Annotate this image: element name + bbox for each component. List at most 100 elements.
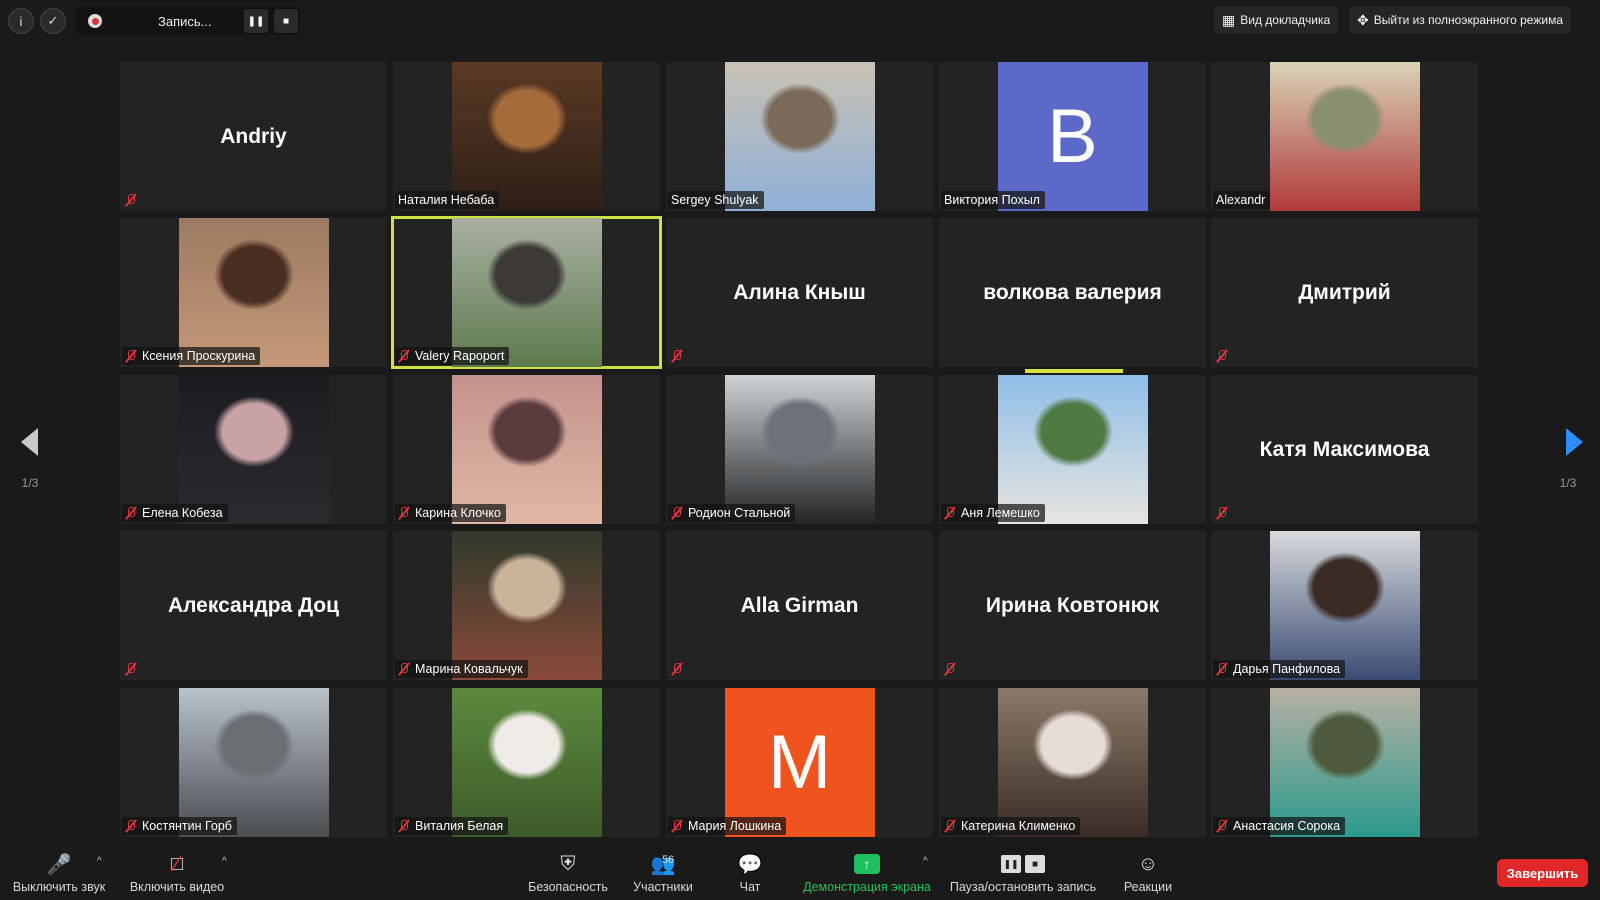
participant-name-label: Анастасия Сорока (1213, 817, 1346, 835)
shield-icon[interactable]: ✓ (40, 8, 66, 34)
previous-page-arrow-icon[interactable] (21, 428, 38, 456)
participant-tile[interactable]: Valery Rapoport (391, 216, 662, 369)
participant-tile[interactable]: B Виктория Похыл (939, 62, 1206, 211)
participant-tile[interactable]: Ирина Ковтонюк (939, 531, 1206, 680)
stop-recording-button[interactable]: ■ (274, 9, 298, 33)
participant-name-label: Sergey Shulyak (668, 191, 764, 209)
participant-tile[interactable]: M Мария Лошкина (666, 688, 933, 837)
participant-name-label: Alexandr (1213, 191, 1271, 209)
top-bar: i ✓ Запись... ❚❚ ■ ▦ Вид докладчика ✥ Вы… (0, 0, 1600, 42)
muted-mic-icon (125, 193, 137, 207)
end-meeting-button[interactable]: Завершить (1497, 859, 1588, 887)
participant-tile[interactable]: Катя Максимова (1211, 375, 1478, 524)
participant-name: Виктория Похыл (944, 193, 1040, 207)
participant-tile[interactable]: Родион Стальной (666, 375, 933, 524)
participant-name: Родион Стальной (688, 506, 791, 520)
participant-avatar: B (997, 62, 1148, 211)
participant-tile[interactable]: Александра Доц (120, 531, 387, 680)
participant-tile[interactable]: Дарья Панфилова (1211, 531, 1478, 680)
shield-icon: ⛨ (560, 852, 576, 875)
participants-icon: 👥 56 (650, 853, 676, 876)
participant-tile[interactable]: Alla Girman (666, 531, 933, 680)
participant-name-label: Елена Кобеза (122, 504, 228, 522)
speaker-view-label: Вид докладчика (1240, 13, 1331, 27)
muted-mic-icon (398, 506, 410, 520)
muted-mic-icon (398, 349, 410, 363)
participant-name-label (668, 660, 693, 678)
participant-name: Карина Клочко (415, 506, 501, 520)
active-speaker-indicator (1025, 369, 1123, 373)
start-video-button[interactable]: □ ∕ Включить видео (126, 850, 228, 894)
share-screen-label: Демонстрация экрана (803, 880, 931, 894)
participant-tile[interactable]: Alexandr (1211, 62, 1478, 211)
participant-tile[interactable]: Карина Клочко (393, 375, 660, 524)
page-indicator-left: 1/3 (21, 476, 39, 490)
participant-display-name: волкова валерия (983, 280, 1162, 304)
participant-avatar: M (724, 688, 875, 837)
participant-display-name: Alla Girman (740, 593, 859, 617)
speaker-view-button[interactable]: ▦ Вид докладчика (1214, 6, 1339, 34)
audio-options-chevron-icon[interactable]: ^ (97, 856, 102, 867)
muted-mic-icon (944, 819, 956, 833)
recording-indicator: Запись... ❚❚ ■ (76, 7, 300, 35)
muted-mic-icon (671, 662, 683, 676)
participant-tile[interactable]: Наталия Небаба (393, 62, 660, 211)
mute-button[interactable]: 🎤 Выключить звук (10, 850, 108, 895)
muted-mic-icon (398, 662, 410, 676)
participant-tile[interactable]: Костянтин Горб (120, 688, 387, 837)
participant-tile[interactable]: Виталия Белая (393, 688, 660, 837)
participant-name: Анастасия Сорока (1233, 819, 1341, 833)
record-dot-icon (88, 14, 102, 28)
info-icon[interactable]: i (8, 8, 34, 34)
participant-tile[interactable]: волкова валерия (939, 218, 1206, 367)
participant-tile[interactable]: Andriy (120, 62, 387, 211)
participant-tile[interactable]: Дмитрий (1211, 218, 1478, 367)
reactions-button[interactable]: ☺ Реакции (1122, 850, 1174, 895)
participant-name-label: Мария Лошкина (668, 817, 787, 835)
participant-tile[interactable]: Елена Кобеза (120, 375, 387, 524)
participant-name-label (122, 191, 147, 209)
muted-mic-icon (1216, 506, 1228, 520)
participant-tile[interactable]: Анастасия Сорока (1211, 688, 1478, 837)
participant-name-label: Марина Ковальчук (395, 660, 528, 678)
participant-video (997, 375, 1148, 524)
participant-name: Мария Лошкина (688, 819, 782, 833)
participant-video (451, 218, 602, 367)
participant-video (178, 218, 329, 367)
pause-recording-button[interactable]: ❚❚ (244, 9, 268, 33)
participants-button[interactable]: 👥 56 Участники (626, 850, 700, 895)
share-options-chevron-icon[interactable]: ^ (923, 856, 928, 867)
security-button[interactable]: ⛨ Безопасность (526, 850, 610, 895)
participant-name: Катерина Клименко (961, 819, 1076, 833)
security-label: Безопасность (528, 880, 608, 894)
participant-display-name: Ирина Ковтонюк (985, 593, 1160, 617)
participant-name: Костянтин Горб (142, 819, 232, 833)
pause-stop-icon: ❚❚ ■ (1001, 850, 1045, 878)
next-page-arrow-icon[interactable] (1566, 428, 1583, 456)
muted-mic-icon (671, 506, 683, 520)
participant-display-name: Andriy (220, 124, 287, 148)
share-screen-button[interactable]: ↑ Демонстрация экрана (800, 850, 934, 894)
participant-tile[interactable]: Ксения Проскурина (120, 218, 387, 367)
participant-name: Ксения Проскурина (142, 349, 256, 363)
participant-tile[interactable]: Алина Кныш (666, 218, 933, 367)
pause-stop-recording-button[interactable]: ❚❚ ■ Пауза/остановить запись (948, 850, 1098, 894)
participants-label: Участники (633, 880, 693, 894)
participant-name-label: Виталия Белая (395, 817, 509, 835)
chat-button[interactable]: 💬 Чат (730, 850, 770, 895)
participant-tile[interactable]: Sergey Shulyak (666, 62, 933, 211)
page-indicator-right: 1/3 (1559, 476, 1577, 490)
participant-name-label: Катерина Клименко (941, 817, 1081, 835)
participant-tile[interactable]: Катерина Клименко (939, 688, 1206, 837)
participant-name-label: Дарья Панфилова (1213, 660, 1346, 678)
participant-tile[interactable]: Марина Ковальчук (393, 531, 660, 680)
muted-mic-icon (125, 819, 137, 833)
participant-tile[interactable]: Аня Лемешко (939, 375, 1206, 524)
exit-fullscreen-button[interactable]: ✥ Выйти из полноэкранного режима (1349, 6, 1571, 34)
participant-video (178, 688, 329, 837)
video-label: Включить видео (129, 880, 225, 894)
participant-video (997, 688, 1148, 837)
participant-video (178, 375, 329, 524)
video-options-chevron-icon[interactable]: ^ (222, 856, 227, 867)
participant-name-label (122, 660, 147, 678)
